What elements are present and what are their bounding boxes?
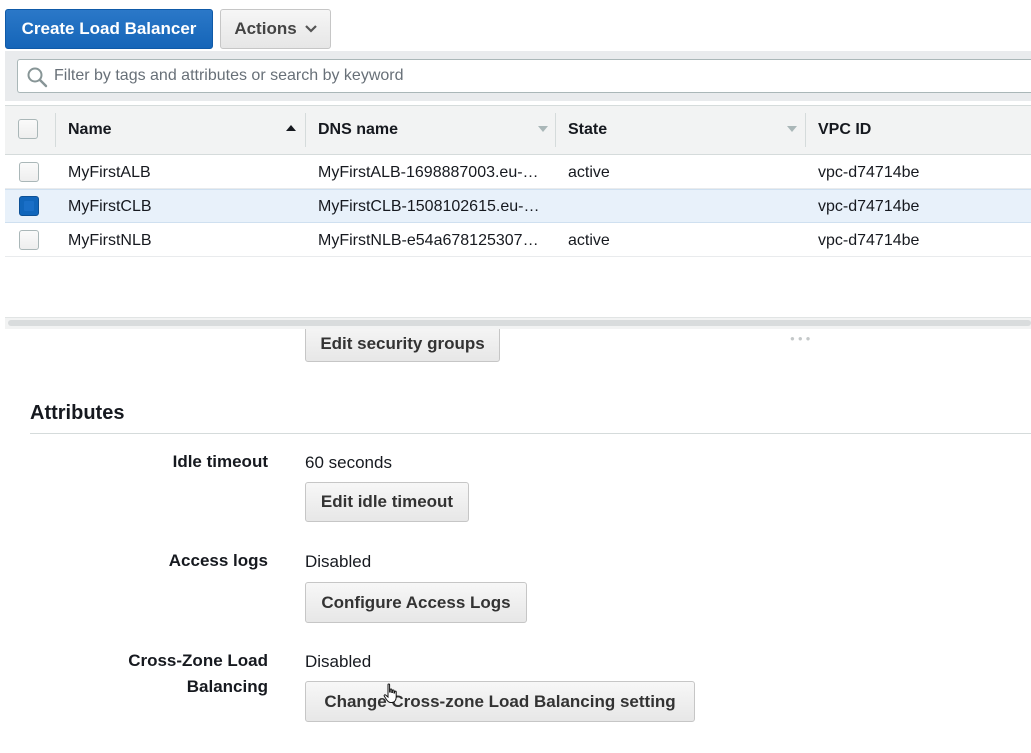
cell-state: active [568,164,610,181]
attributes-heading: Attributes [30,402,125,424]
cell-vpc-id: vpc-d74714be [818,198,920,215]
access-logs-value: Disabled [305,552,372,571]
column-divider [555,113,556,147]
edit-security-groups-button[interactable]: Edit security groups [305,329,500,362]
column-divider [305,113,306,147]
create-load-balancer-button[interactable]: Create Load Balancer [5,9,213,49]
column-divider [805,113,806,147]
configure-access-logs-button[interactable]: Configure Access Logs [305,582,527,623]
select-all-checkbox[interactable] [18,119,38,139]
actions-label: Actions [234,19,297,38]
cell-dns-name: MyFirstALB-1698887003.eu-… [318,164,539,181]
table-header [5,105,1031,155]
column-header-name[interactable]: Name [68,120,112,140]
access-logs-label: Access logs [168,551,268,570]
cross-zone-label-line2: Balancing [186,677,268,696]
row-checkbox[interactable] [19,162,39,182]
chevron-down-icon [304,25,317,33]
column-header-vpc-id[interactable]: VPC ID [818,120,871,140]
sort-ascending-icon[interactable] [286,125,296,131]
row-checkbox-checked[interactable] [19,196,39,216]
cell-dns-name: MyFirstNLB-e54a678125307… [318,232,539,249]
edit-idle-timeout-button[interactable]: Edit idle timeout [305,482,469,522]
column-divider [55,113,56,147]
cross-zone-value: Disabled [305,652,372,671]
scrollbar-thumb[interactable] [8,320,1031,326]
hand-pointer-icon [383,683,397,703]
sort-icon[interactable] [787,126,797,132]
cell-dns-name: MyFirstCLB-1508102615.eu-… [318,198,540,215]
column-header-state[interactable]: State [568,120,607,140]
cell-name: MyFirstNLB [68,232,152,249]
idle-timeout-label: Idle timeout [172,452,268,471]
sort-icon[interactable] [538,126,548,132]
cell-vpc-id: vpc-d74714be [818,164,920,181]
row-checkbox[interactable] [19,230,39,250]
cross-zone-label-line1: Cross-Zone Load [128,651,268,670]
change-cross-zone-button[interactable]: Change Cross-zone Load Balancing setting [305,681,695,722]
search-placeholder: Filter by tags and attributes or search … [54,67,404,84]
cell-vpc-id: vpc-d74714be [818,232,920,249]
cell-name: MyFirstALB [68,164,151,181]
actions-dropdown-button[interactable]: Actions [220,9,331,49]
search-icon [27,67,48,88]
column-header-dns-name[interactable]: DNS name [318,120,398,140]
cell-name: MyFirstCLB [68,198,152,215]
idle-timeout-value: 60 seconds [305,453,392,472]
cell-state: active [568,232,610,249]
section-divider [30,433,1031,434]
